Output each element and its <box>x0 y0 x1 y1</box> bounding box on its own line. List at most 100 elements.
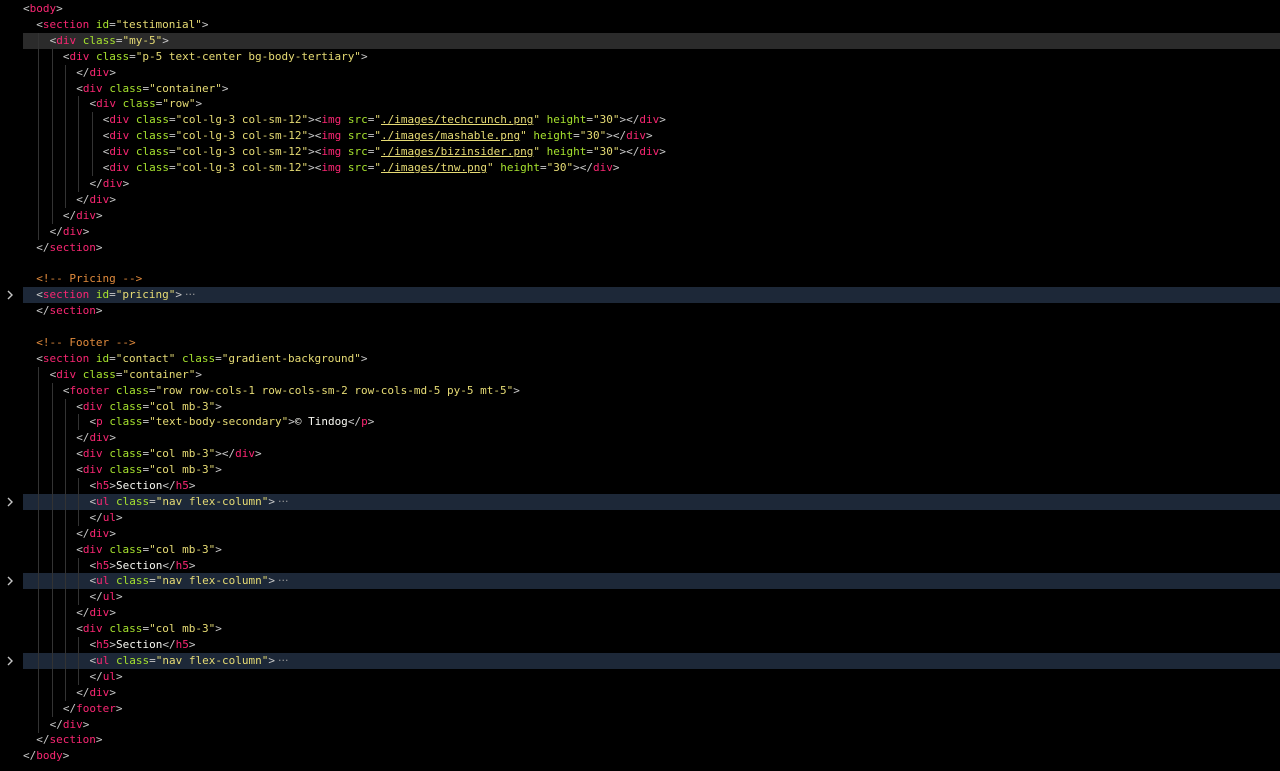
code-token-pun: </ <box>76 685 90 699</box>
code-token-attr: class <box>135 129 170 143</box>
indent-guide <box>38 700 40 717</box>
code-text: <div class="col mb-3"> <box>76 462 222 478</box>
code-token-tag: h5 <box>175 479 189 492</box>
indent-guide <box>51 96 53 113</box>
indent-guide <box>78 414 80 431</box>
code-line[interactable]: </body> <box>0 748 1280 764</box>
code-text: <div class="container"> <box>50 367 202 383</box>
chevron-right-icon[interactable] <box>5 573 19 589</box>
code-token-tag: div <box>592 161 613 174</box>
code-line[interactable]: <div class="container"> <box>0 80 1280 97</box>
code-line[interactable]: <div class="col-lg-3 col-sm-12"><img src… <box>0 144 1280 161</box>
code-line[interactable]: </footer> <box>0 700 1280 717</box>
code-line[interactable]: </div> <box>0 716 1280 733</box>
code-line[interactable]: <div class="col mb-3"> <box>0 621 1280 638</box>
code-token-pun: > <box>116 669 123 683</box>
code-line[interactable]: <p class="text-body-secondary">© Tindog<… <box>0 414 1280 431</box>
code-line[interactable]: <body> <box>0 1 1280 17</box>
code-line[interactable]: <div class="col-lg-3 col-sm-12"><img src… <box>0 160 1280 176</box>
code-token-com: <!-- Pricing --> <box>36 272 143 286</box>
code-text: <div class="row"> <box>90 96 203 112</box>
indent-guide <box>51 652 53 669</box>
code-line[interactable]: </div> <box>0 684 1280 701</box>
indent-guide <box>78 112 80 129</box>
code-line[interactable]: <div class="my-5"> <box>0 32 1280 49</box>
code-line[interactable]: </div> <box>0 605 1280 622</box>
code-line[interactable]: <section id="contact" class="gradient-ba… <box>0 351 1280 367</box>
code-line[interactable]: <section id="testimonial"> <box>0 17 1280 33</box>
code-line-folded[interactable]: <ul class="nav flex-column"> ··· <box>0 493 1280 510</box>
code-line[interactable]: </div> <box>0 64 1280 81</box>
chevron-right-icon[interactable] <box>5 287 19 303</box>
code-line-folded[interactable]: <ul class="nav flex-column"> ··· <box>0 573 1280 590</box>
code-token-tag: body <box>29 2 57 15</box>
code-line[interactable]: <h5>Section</h5> <box>0 557 1280 574</box>
code-token-str: "col mb-3" <box>149 463 216 477</box>
code-line[interactable]: </section> <box>0 732 1280 748</box>
chevron-right-icon[interactable] <box>5 494 19 510</box>
indent-guide <box>78 668 80 685</box>
indent-guide <box>78 509 80 526</box>
code-line[interactable]: <h5>Section</h5> <box>0 478 1280 494</box>
code-line[interactable]: </div> <box>0 191 1280 208</box>
code-token-tag: img <box>321 129 342 143</box>
code-token-pun <box>89 288 96 301</box>
code-token-str: " <box>374 129 381 143</box>
code-line[interactable]: <!-- Pricing --> <box>0 271 1280 287</box>
code-line[interactable] <box>0 255 1280 271</box>
code-line[interactable]: </ul> <box>0 589 1280 606</box>
code-line[interactable]: <footer class="row row-cols-1 row-cols-s… <box>0 382 1280 399</box>
code-line[interactable]: </div> <box>0 207 1280 224</box>
code-line[interactable]: </div> <box>0 175 1280 192</box>
code-token-tag: div <box>89 65 110 79</box>
code-line[interactable]: <div class="col-lg-3 col-sm-12"><img src… <box>0 112 1280 129</box>
code-token-str: "30" <box>592 113 620 127</box>
indent-guide <box>51 637 53 653</box>
code-line[interactable]: </ul> <box>0 509 1280 526</box>
code-line[interactable]: </div> <box>0 430 1280 447</box>
indent-guide <box>64 621 66 638</box>
code-token-str: "nav flex-column" <box>155 574 269 588</box>
code-line[interactable]: <!-- Footer --> <box>0 335 1280 351</box>
indent-guide <box>78 573 80 590</box>
code-editor[interactable]: <body> <section id="testimonial"> <div cla… <box>0 0 1280 771</box>
code-token-tag: p <box>96 415 103 429</box>
code-line[interactable]: <div class="col mb-3"></div> <box>0 446 1280 463</box>
code-token-pun: ></ <box>215 447 236 461</box>
code-line[interactable]: </ul> <box>0 668 1280 685</box>
code-text: </div> <box>90 176 130 192</box>
chevron-right-icon[interactable] <box>5 653 19 669</box>
code-line[interactable] <box>0 319 1280 335</box>
indent-guide <box>38 191 40 208</box>
indent-guide <box>91 112 93 129</box>
code-line[interactable]: <div class="container"> <box>0 366 1280 383</box>
code-token-pun: </ <box>36 733 50 747</box>
code-text: <ul class="nav flex-column"> ··· <box>90 653 289 669</box>
code-token-pun: < <box>36 351 43 365</box>
code-token-pun: > <box>109 685 116 699</box>
code-token-pun: > <box>109 558 116 572</box>
code-line-folded[interactable]: <ul class="nav flex-column"> ··· <box>0 652 1280 669</box>
code-line[interactable]: </section> <box>0 240 1280 256</box>
code-line[interactable]: </div> <box>0 525 1280 542</box>
indent-guide <box>38 493 40 510</box>
code-line[interactable]: <div class="col mb-3"> <box>0 541 1280 558</box>
code-token-pun: > <box>109 65 116 79</box>
code-line[interactable]: <div class="col mb-3"> <box>0 398 1280 415</box>
code-line[interactable]: <div class="p-5 text-center bg-body-tert… <box>0 48 1280 65</box>
code-line[interactable]: <div class="col mb-3"> <box>0 462 1280 479</box>
code-line[interactable]: </div> <box>0 223 1280 240</box>
code-line[interactable]: </section> <box>0 303 1280 319</box>
code-token-pun: > <box>215 399 222 413</box>
code-text: <section id="pricing"> ··· <box>36 287 195 303</box>
indent-guide <box>91 144 93 161</box>
indent-guide <box>38 478 40 494</box>
code-line[interactable]: <h5>Section</h5> <box>0 637 1280 653</box>
indent-guide <box>78 128 80 145</box>
code-line[interactable]: <div class="col-lg-3 col-sm-12"><img src… <box>0 128 1280 145</box>
code-line[interactable]: <div class="row"> <box>0 96 1280 113</box>
code-token-pun: > <box>360 351 368 365</box>
code-line-folded[interactable]: <section id="pricing"> ··· <box>0 287 1280 304</box>
code-text: <div class="p-5 text-center bg-body-tert… <box>63 49 368 65</box>
code-token-str: " <box>374 161 381 174</box>
